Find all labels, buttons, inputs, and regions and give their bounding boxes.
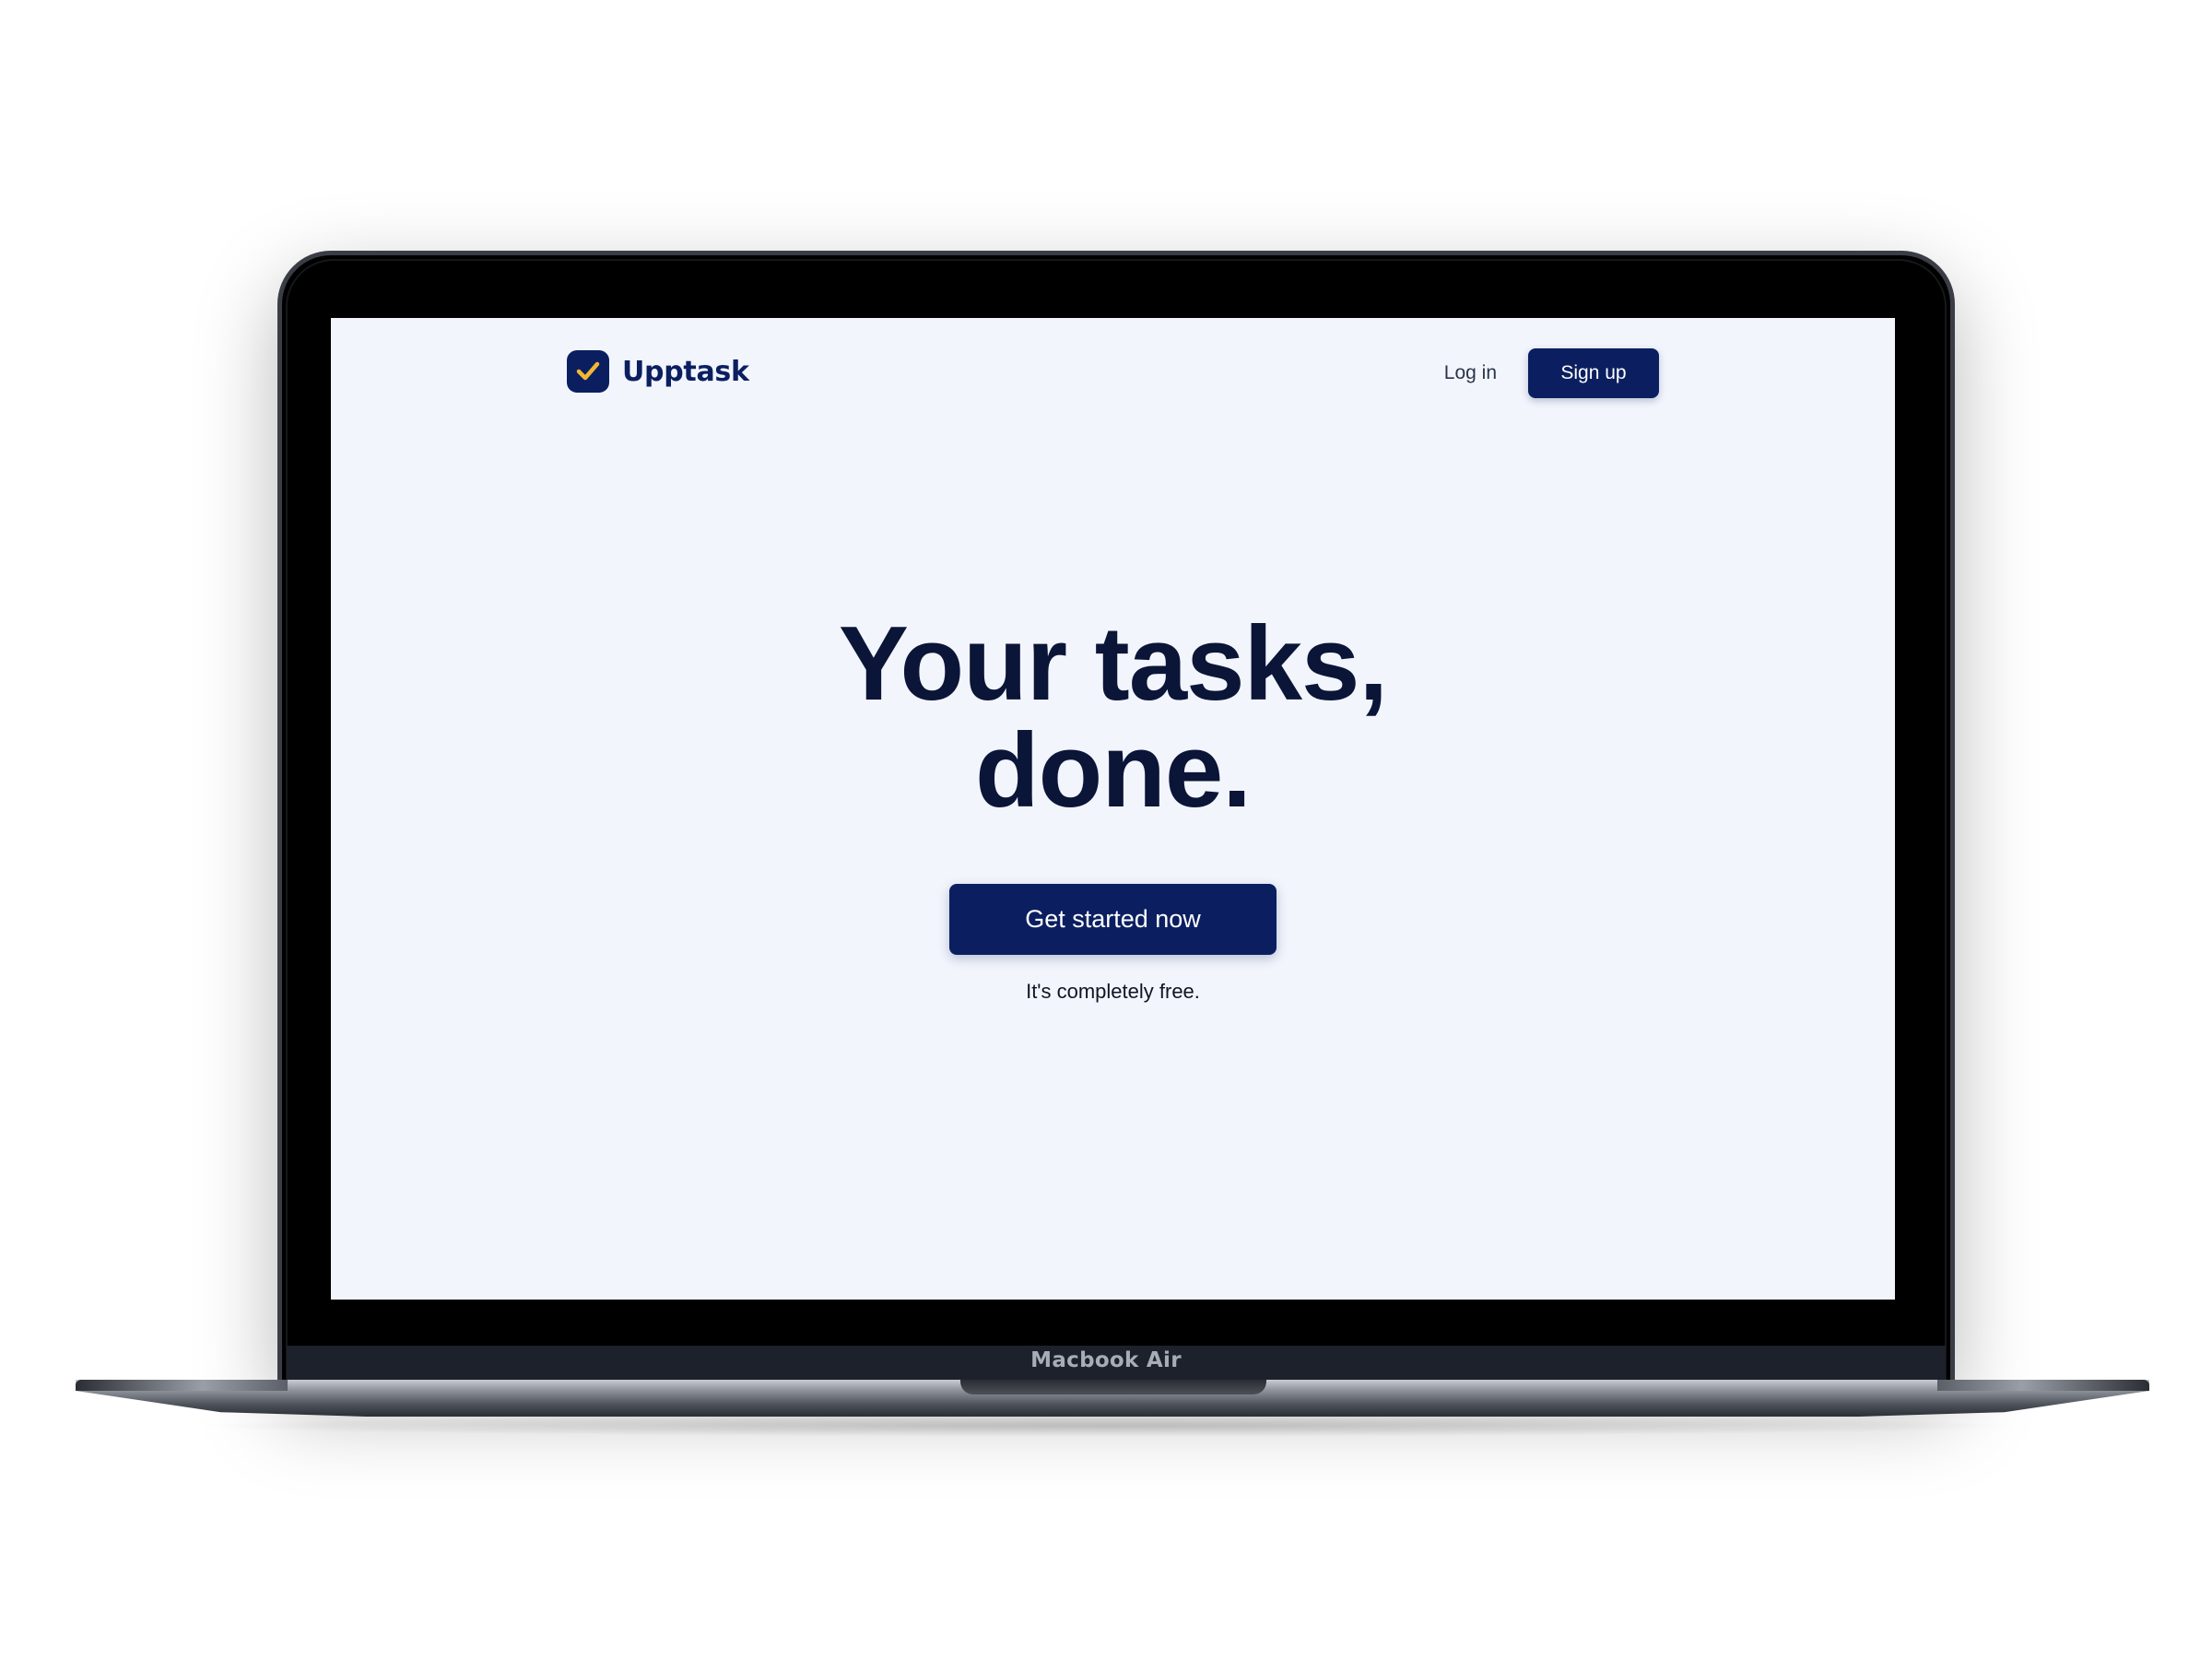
device-mockup: Macbook Air Upptask Log in Sign up Your … xyxy=(0,0,2212,1659)
hero-title-line-1: Your tasks, xyxy=(838,606,1388,723)
get-started-button[interactable]: Get started now xyxy=(949,884,1277,955)
checkmark-icon xyxy=(567,350,609,393)
header-nav: Log in Sign up xyxy=(1444,348,1659,398)
website-viewport: Upptask Log in Sign up Your tasks, done.… xyxy=(331,318,1895,1300)
device-label: Macbook Air xyxy=(1030,1348,1182,1372)
brand-name: Upptask xyxy=(622,355,749,388)
signup-button[interactable]: Sign up xyxy=(1528,348,1659,398)
brand-logo-link[interactable]: Upptask xyxy=(567,350,749,393)
hero-title-line-2: done. xyxy=(975,712,1252,830)
base-edge-right xyxy=(1937,1380,2149,1391)
laptop-shadow xyxy=(184,1415,2028,1437)
hero-title: Your tasks, done. xyxy=(331,611,1895,825)
free-note: It's completely free. xyxy=(1026,980,1200,1003)
lid-opening-notch xyxy=(960,1380,1266,1394)
login-link[interactable]: Log in xyxy=(1444,362,1497,384)
base-edge-left xyxy=(76,1380,288,1391)
